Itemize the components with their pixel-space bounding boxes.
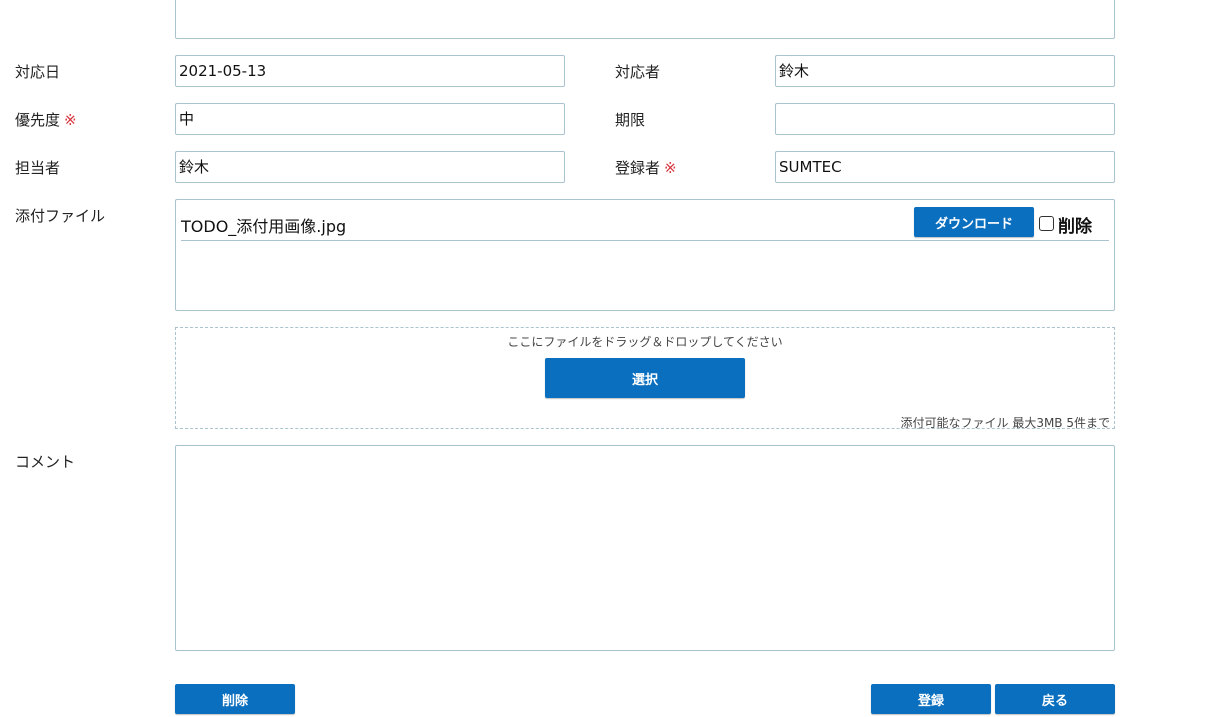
top-textarea[interactable]: [175, 0, 1115, 39]
file-limit-text: 添付可能なファイル 最大3MB 5件まで: [900, 416, 1111, 430]
registrant-label: 登録者 ※: [615, 158, 677, 178]
responder-label: 対応者: [615, 63, 661, 81]
responder-field[interactable]: 鈴木: [775, 55, 1115, 87]
priority-field[interactable]: 中: [175, 103, 565, 135]
response-date-field[interactable]: 2021-05-13: [175, 55, 565, 87]
priority-label-text: 優先度: [15, 111, 61, 129]
response-date-label: 対応日: [15, 63, 61, 81]
register-button[interactable]: 登録: [871, 684, 991, 714]
registrant-label-text: 登録者: [615, 159, 661, 177]
delete-file-label: 削除: [1058, 217, 1092, 237]
required-mark: ※: [664, 159, 677, 177]
comment-textarea[interactable]: [175, 445, 1115, 651]
drop-zone-instructions: ここにファイルをドラッグ＆ドロップしてください: [507, 335, 783, 349]
deadline-field[interactable]: [775, 103, 1115, 135]
comment-label: コメント: [15, 453, 76, 471]
back-button[interactable]: 戻る: [995, 684, 1115, 714]
registrant-field[interactable]: SUMTEC: [775, 151, 1115, 183]
attachment-row: TODO_添付用画像.jpg ダウンロード 削除: [181, 200, 1109, 241]
assignee-field[interactable]: 鈴木: [175, 151, 565, 183]
download-button[interactable]: ダウンロード: [914, 207, 1034, 237]
priority-label: 優先度 ※: [15, 110, 77, 130]
delete-file-checkbox[interactable]: [1039, 216, 1054, 231]
required-mark: ※: [64, 111, 77, 129]
assignee-label: 担当者: [15, 159, 61, 177]
attachments-label: 添付ファイル: [15, 207, 106, 225]
attachment-list: TODO_添付用画像.jpg ダウンロード 削除: [175, 199, 1115, 311]
file-drop-zone[interactable]: ここにファイルをドラッグ＆ドロップしてください 選択 添付可能なファイル 最大3…: [175, 327, 1115, 430]
delete-button[interactable]: 削除: [175, 684, 295, 714]
deadline-label: 期限: [615, 111, 646, 129]
attachment-file-name: TODO_添付用画像.jpg: [181, 217, 347, 236]
select-file-button[interactable]: 選択: [545, 358, 745, 398]
